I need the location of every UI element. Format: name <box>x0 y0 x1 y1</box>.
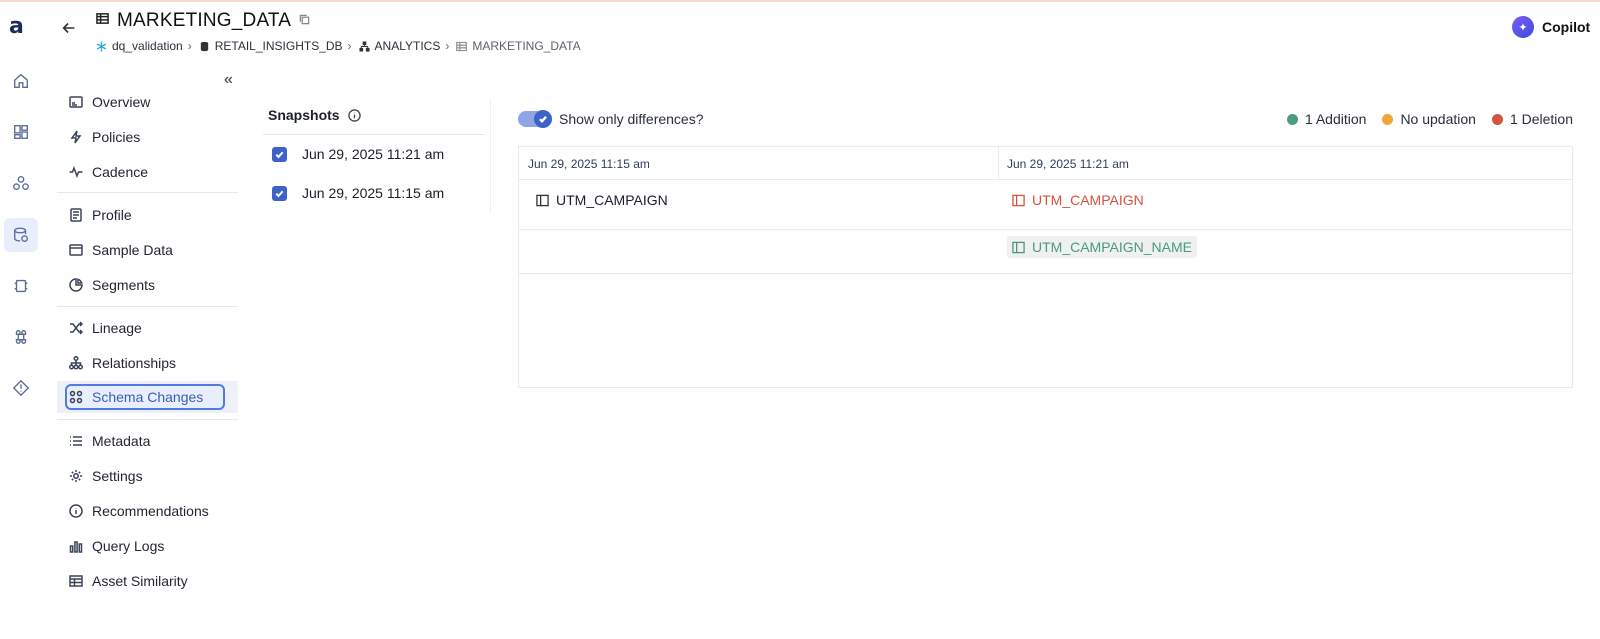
copilot-button[interactable]: ✦ Copilot <box>1512 16 1590 38</box>
dashboard-icon[interactable] <box>4 115 38 149</box>
app-rail: a <box>0 0 38 639</box>
nav-item-metadata[interactable]: Metadata <box>57 425 238 457</box>
pie-icon <box>69 278 83 292</box>
legend-updation: No updation <box>1382 111 1476 127</box>
check-icon <box>275 190 284 197</box>
breadcrumb-separator: › <box>445 39 450 53</box>
pulse-icon <box>69 165 83 179</box>
info-icon <box>69 504 83 518</box>
legend-dot <box>1491 113 1503 125</box>
nav-item-sample-data[interactable]: Sample Data <box>57 234 238 266</box>
nav-item-asset-similarity[interactable]: Asset Similarity <box>57 565 238 597</box>
nav-item-profile[interactable]: Profile <box>57 199 238 231</box>
breadcrumb-item-database[interactable]: RETAIL_INSIGHTS_DB <box>199 39 343 53</box>
table-icon <box>69 575 83 587</box>
bolt-icon <box>70 130 82 144</box>
nav-item-policies[interactable]: Policies <box>57 121 238 153</box>
nav-item-lineage[interactable]: Lineage <box>57 312 238 344</box>
schema-icon <box>359 40 370 52</box>
breadcrumb: dq_validation › RETAIL_INSIGHTS_DB › ANA… <box>96 39 581 53</box>
legend-addition: 1 Addition <box>1286 111 1366 127</box>
panel-divider <box>490 100 491 212</box>
table-icon <box>96 12 109 30</box>
breadcrumb-item-table: MARKETING_DATA <box>456 39 581 53</box>
breadcrumb-item-source[interactable]: dq_validation <box>96 39 183 53</box>
top-accent-line <box>0 0 1600 2</box>
diff-cell-left: UTM_CAMPAIGN <box>536 192 668 208</box>
toggle-knob <box>534 110 552 128</box>
row-divider <box>519 273 1572 274</box>
column-icon <box>536 194 549 206</box>
check-icon <box>275 151 284 158</box>
breadcrumb-separator: › <box>187 39 192 53</box>
diff-cell-deleted: UTM_CAMPAIGN <box>1012 192 1144 208</box>
shuffle-icon <box>70 321 83 335</box>
command-icon[interactable] <box>4 320 38 354</box>
snapshot-item[interactable]: Jun 29, 2025 11:21 am <box>272 146 444 162</box>
bars-icon <box>69 541 83 553</box>
snapshots-divider <box>263 134 485 135</box>
sample-icon <box>69 244 83 256</box>
diff-cell-added: UTM_CAMPAIGN_NAME <box>1007 236 1197 258</box>
back-arrow-icon[interactable] <box>60 19 78 37</box>
legend-dot <box>1382 113 1394 125</box>
profile-icon <box>70 208 82 222</box>
sparkle-icon: ✦ <box>1512 16 1534 38</box>
column-divider <box>998 147 999 180</box>
grid-dots-icon <box>69 390 83 404</box>
nav-item-query-logs[interactable]: Query Logs <box>57 530 238 562</box>
nav-item-cadence[interactable]: Cadence <box>57 156 238 188</box>
overview-icon <box>69 96 83 108</box>
info-icon[interactable] <box>347 108 361 122</box>
hierarchy-icon <box>69 356 83 370</box>
nav-item-relationships[interactable]: Relationships <box>57 347 238 379</box>
nav-divider <box>57 419 238 420</box>
show-differences-toggle[interactable] <box>518 110 552 128</box>
schema-diff-table: Jun 29, 2025 11:15 am Jun 29, 2025 11:21… <box>518 146 1573 388</box>
app-logo[interactable]: a <box>9 14 24 39</box>
diff-column-header: Jun 29, 2025 11:15 am <box>528 157 650 171</box>
column-icon <box>1012 194 1025 206</box>
legend-dot <box>1286 113 1298 125</box>
snapshot-item[interactable]: Jun 29, 2025 11:15 am <box>272 185 444 201</box>
nav-item-settings[interactable]: Settings <box>57 460 238 492</box>
page-title-row: MARKETING_DATA <box>96 10 310 32</box>
nav-divider <box>57 192 238 193</box>
list-icon <box>70 436 82 446</box>
toggle-label: Show only differences? <box>559 111 704 127</box>
diff-header-row: Jun 29, 2025 11:15 am Jun 29, 2025 11:21… <box>519 147 1572 180</box>
legend-deletion: 1 Deletion <box>1491 111 1573 127</box>
gear-icon <box>70 470 82 482</box>
check-icon <box>539 115 547 123</box>
snapshots-heading: Snapshots <box>268 107 361 123</box>
snapshot-checkbox[interactable] <box>272 185 287 201</box>
snapshot-checkbox[interactable] <box>272 146 287 162</box>
diff-legend: 1 Addition No updation 1 Deletion <box>1286 111 1573 127</box>
column-icon <box>1012 241 1025 253</box>
nav-item-recommendations[interactable]: Recommendations <box>57 495 238 527</box>
alert-icon[interactable] <box>4 371 38 405</box>
nav-item-segments[interactable]: Segments <box>57 269 238 301</box>
home-icon[interactable] <box>4 64 38 98</box>
database-icon <box>200 41 208 51</box>
breadcrumb-separator: › <box>347 39 352 53</box>
chip-icon[interactable] <box>4 269 38 303</box>
nav-divider <box>57 306 238 307</box>
breadcrumb-item-schema[interactable]: ANALYTICS <box>359 39 440 53</box>
show-differences-toggle-row: Show only differences? <box>518 110 704 128</box>
page-title: MARKETING_DATA <box>117 10 292 31</box>
row-divider <box>519 229 1572 230</box>
database-icon[interactable] <box>4 218 38 252</box>
table-icon <box>456 41 468 51</box>
copy-icon[interactable] <box>299 12 310 30</box>
nav-item-schema-changes[interactable]: Schema Changes <box>57 381 238 413</box>
graph-icon[interactable] <box>4 166 38 200</box>
snowflake-icon <box>96 40 107 52</box>
diff-column-header: Jun 29, 2025 11:21 am <box>1007 157 1129 171</box>
nav-item-overview[interactable]: Overview <box>57 86 238 118</box>
